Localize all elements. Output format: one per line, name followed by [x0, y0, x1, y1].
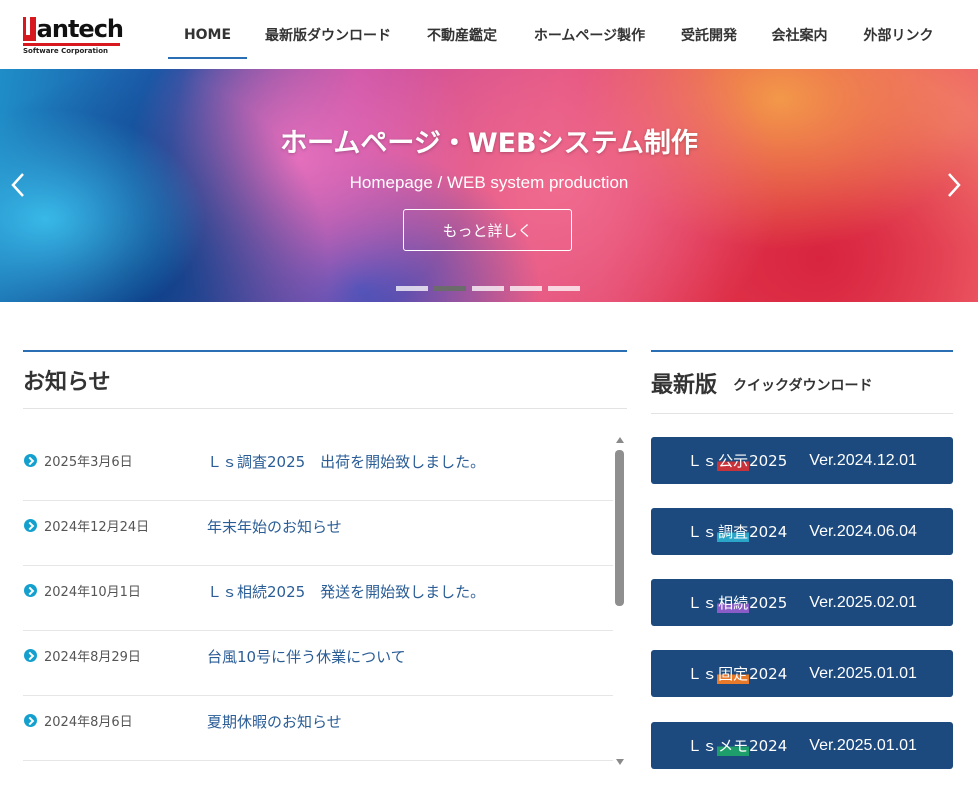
- hero-more-button[interactable]: もっと詳しく: [403, 209, 572, 251]
- downloads-header: 最新版 クイックダウンロード: [651, 352, 953, 414]
- arrow-circle-icon: [24, 649, 37, 662]
- hero-subtitle: Homepage / WEB system production: [349, 173, 629, 192]
- notice-date: 2024年10月1日: [44, 585, 141, 600]
- notice-item: 2024年8月29日 台風10号に伴う休業について: [23, 631, 613, 696]
- download-product-name: 公示: [717, 450, 750, 471]
- nav-contract-development[interactable]: 受託開発: [664, 0, 754, 69]
- scroll-up-icon[interactable]: [616, 437, 624, 443]
- carousel-indicators: [396, 286, 580, 291]
- notice-link[interactable]: 年末年始のお知らせ: [207, 516, 342, 537]
- notices-list: 2025年3月6日 Ｌｓ調査2025 出荷を開始致しました。 2024年12月2…: [23, 436, 613, 761]
- download-prefix: Ｌｓ: [687, 665, 718, 683]
- main-nav: HOME 最新版ダウンロード 不動産鑑定 ホームページ製作 受託開発 会社案内 …: [168, 0, 952, 69]
- scrollbar-thumb[interactable]: [615, 450, 624, 606]
- notice-link[interactable]: 夏期休暇のお知らせ: [207, 711, 342, 732]
- download-button-sozoku[interactable]: Ｌｓ 相続 2025 Ver.2025.02.01: [651, 579, 953, 626]
- notice-date: 2024年8月29日: [44, 650, 141, 665]
- nav-latest-download[interactable]: 最新版ダウンロード: [247, 0, 409, 69]
- download-year: 2024: [749, 522, 788, 541]
- logo-l-shape: [23, 17, 36, 41]
- arrow-circle-icon: [24, 584, 37, 597]
- download-year: 2024: [749, 736, 788, 755]
- nav-homepage-production[interactable]: ホームページ製作: [515, 0, 664, 69]
- logo-word: antech: [36, 15, 124, 43]
- download-button-memo[interactable]: Ｌｓ メモ 2024 Ver.2025.01.01: [651, 722, 953, 769]
- notice-link[interactable]: Ｌｓ調査2025 出荷を開始致しました。: [207, 451, 485, 472]
- nav-company-info[interactable]: 会社案内: [754, 0, 845, 69]
- arrow-circle-icon: [24, 519, 37, 532]
- download-button-chosa[interactable]: Ｌｓ 調査 2024 Ver.2024.06.04: [651, 508, 953, 555]
- notices-title: お知らせ: [23, 352, 627, 409]
- download-product-name: 調査: [717, 521, 750, 542]
- logo-underline: [23, 43, 120, 46]
- download-prefix: Ｌｓ: [687, 594, 718, 612]
- download-prefix: Ｌｓ: [687, 452, 718, 470]
- hero-title: ホームページ・WEBシステム制作: [280, 128, 698, 159]
- notice-date: 2024年8月6日: [44, 715, 133, 730]
- download-button-koji[interactable]: Ｌｓ 公示 2025 Ver.2024.12.01: [651, 437, 953, 484]
- carousel-dot-2[interactable]: [434, 286, 466, 291]
- notices-section: お知らせ 2025年3月6日 Ｌｓ調査2025 出荷を開始致しました。 2024…: [23, 350, 627, 761]
- carousel-dot-4[interactable]: [510, 286, 542, 291]
- download-version: Ver.2024.06.04: [809, 522, 917, 540]
- download-version: Ver.2025.01.01: [809, 664, 917, 682]
- download-product-name: 相続: [717, 592, 750, 613]
- carousel-dot-1[interactable]: [396, 286, 428, 291]
- arrow-circle-icon: [24, 714, 37, 727]
- company-logo[interactable]: antech Software Corporation: [23, 15, 124, 55]
- notice-link[interactable]: 台風10号に伴う休業について: [207, 646, 406, 667]
- nav-external-links[interactable]: 外部リンク: [845, 0, 952, 69]
- downloads-section: 最新版 クイックダウンロード Ｌｓ 公示 2025 Ver.2024.12.01 Ｌｓ…: [651, 350, 953, 769]
- carousel-next-icon[interactable]: [946, 172, 962, 198]
- logo-mark: antech: [23, 15, 124, 43]
- download-prefix: Ｌｓ: [687, 523, 718, 541]
- arrow-circle-icon: [24, 454, 37, 467]
- notice-date: 2025年3月6日: [44, 455, 133, 470]
- download-year: 2025: [749, 593, 788, 612]
- download-prefix: Ｌｓ: [687, 737, 718, 755]
- nav-home[interactable]: HOME: [168, 0, 247, 69]
- carousel-dot-5[interactable]: [548, 286, 580, 291]
- download-year: 2025: [749, 451, 788, 470]
- nav-real-estate-appraisal[interactable]: 不動産鑑定: [409, 0, 515, 69]
- carousel-dot-3[interactable]: [472, 286, 504, 291]
- notice-item: 2024年8月6日 夏期休暇のお知らせ: [23, 696, 613, 761]
- download-version: Ver.2025.01.01: [809, 736, 917, 754]
- logo-subtitle: Software Corporation: [23, 47, 109, 55]
- carousel-prev-icon[interactable]: [10, 172, 26, 198]
- download-product-name: メモ: [717, 735, 750, 756]
- notice-item: 2024年10月1日 Ｌｓ相続2025 発送を開始致しました。: [23, 566, 613, 631]
- download-button-kotei[interactable]: Ｌｓ 固定 2024 Ver.2025.01.01: [651, 650, 953, 697]
- download-version: Ver.2025.02.01: [809, 593, 917, 611]
- notice-date: 2024年12月24日: [44, 520, 150, 535]
- download-product-name: 固定: [717, 663, 750, 684]
- downloads-title: 最新版: [651, 372, 718, 398]
- downloads-subtitle: クイックダウンロード: [733, 377, 873, 394]
- scroll-down-icon[interactable]: [616, 759, 624, 765]
- notices-scrollbar[interactable]: [614, 437, 626, 767]
- download-version: Ver.2024.12.01: [809, 451, 917, 469]
- site-header: antech Software Corporation HOME 最新版ダウンロ…: [0, 0, 978, 69]
- notice-item: 2025年3月6日 Ｌｓ調査2025 出荷を開始致しました。: [23, 436, 613, 501]
- download-year: 2024: [749, 664, 788, 683]
- notice-item: 2024年12月24日 年末年始のお知らせ: [23, 501, 613, 566]
- hero-carousel: ホームページ・WEBシステム制作 Homepage / WEB system p…: [0, 69, 978, 302]
- notice-link[interactable]: Ｌｓ相続2025 発送を開始致しました。: [207, 581, 485, 602]
